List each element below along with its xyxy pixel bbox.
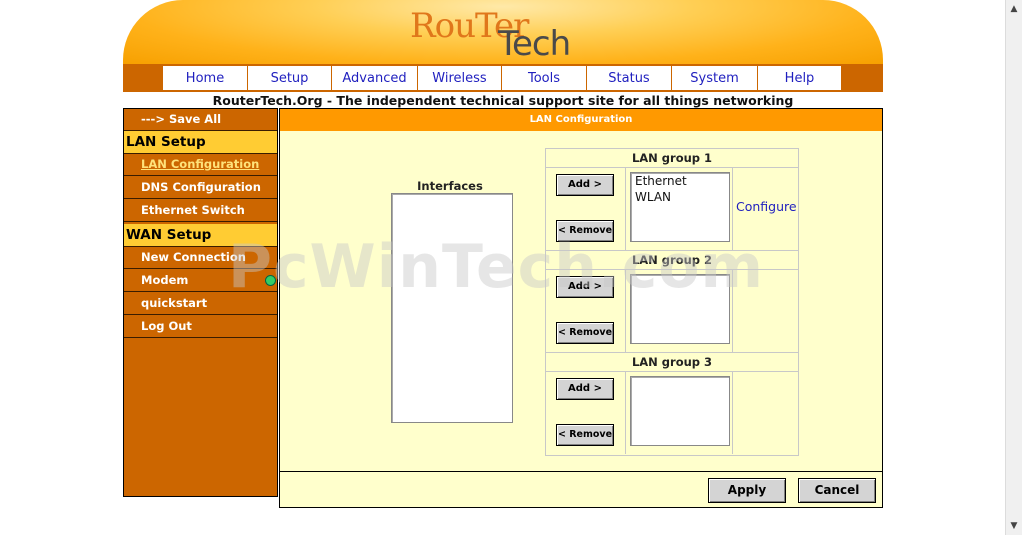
- add-button-group-1[interactable]: Add >: [556, 174, 614, 196]
- lan-configuration-panel: LAN Configuration Interfaces LAN group 1…: [279, 108, 883, 508]
- list-item[interactable]: WLAN: [631, 189, 729, 205]
- lan-group-1-list[interactable]: Ethernet WLAN: [630, 172, 730, 242]
- sidebar-item-log-out[interactable]: Log Out: [124, 316, 277, 338]
- nav-help[interactable]: Help: [758, 66, 842, 90]
- nav-wireless[interactable]: Wireless: [418, 66, 502, 90]
- interfaces-list[interactable]: [391, 193, 513, 423]
- nav-advanced[interactable]: Advanced: [332, 66, 418, 90]
- lan-group-2-title: LAN group 2: [546, 251, 798, 270]
- sidebar-item-lan-configuration[interactable]: LAN Configuration: [124, 154, 277, 176]
- footer-divider: [280, 471, 882, 472]
- lan-group-2-list[interactable]: [630, 274, 730, 344]
- sidebar-item-modem[interactable]: Modem: [124, 270, 277, 292]
- scroll-up-icon[interactable]: ▲: [1008, 2, 1020, 16]
- sidebar-item-ethernet-switch[interactable]: Ethernet Switch: [124, 200, 277, 222]
- scroll-down-icon[interactable]: ▼: [1008, 519, 1020, 533]
- nav-status[interactable]: Status: [587, 66, 672, 90]
- remove-button-group-1[interactable]: < Remove: [556, 220, 614, 242]
- tagline: RouterTech.Org - The independent technic…: [212, 93, 794, 108]
- routertech-logo: RouTer Tech: [410, 6, 571, 64]
- lan-group-2: LAN group 2 Add > < Remove: [545, 250, 799, 353]
- sidebar: ---> Save All LAN Setup LAN Configuratio…: [123, 108, 278, 497]
- lan-group-1: LAN group 1 Add > < Remove Ethernet WLAN…: [545, 148, 799, 251]
- lan-group-3-title: LAN group 3: [546, 353, 798, 372]
- configure-link[interactable]: Configure: [736, 199, 797, 214]
- nav-setup[interactable]: Setup: [248, 66, 332, 90]
- sidebar-save-all[interactable]: ---> Save All: [124, 109, 277, 131]
- page: RouTer Tech Home Setup Advanced Wireless…: [0, 0, 1005, 535]
- add-button-group-2[interactable]: Add >: [556, 276, 614, 298]
- panel-title: LAN Configuration: [280, 109, 882, 131]
- remove-button-group-2[interactable]: < Remove: [556, 322, 614, 344]
- sidebar-item-quickstart[interactable]: quickstart: [124, 293, 277, 315]
- nav-system[interactable]: System: [672, 66, 758, 90]
- nav-home[interactable]: Home: [163, 66, 248, 90]
- sidebar-header-wan: WAN Setup: [124, 224, 277, 247]
- nav-tools[interactable]: Tools: [502, 66, 587, 90]
- top-nav: Home Setup Advanced Wireless Tools Statu…: [123, 64, 883, 92]
- sidebar-item-new-connection[interactable]: New Connection: [124, 247, 277, 269]
- lan-group-3-list[interactable]: [630, 376, 730, 446]
- apply-button[interactable]: Apply: [708, 478, 786, 503]
- lan-group-3: LAN group 3 Add > < Remove: [545, 352, 799, 456]
- interfaces-label: Interfaces: [417, 179, 483, 193]
- status-dot-icon: [265, 275, 276, 286]
- remove-button-group-3[interactable]: < Remove: [556, 424, 614, 446]
- add-button-group-3[interactable]: Add >: [556, 378, 614, 400]
- lan-group-1-title: LAN group 1: [546, 149, 798, 168]
- sidebar-item-dns-configuration[interactable]: DNS Configuration: [124, 177, 277, 199]
- vertical-scrollbar[interactable]: ▲ ▼: [1005, 0, 1022, 535]
- sidebar-header-lan: LAN Setup: [124, 131, 277, 154]
- list-item[interactable]: Ethernet: [631, 173, 729, 189]
- cancel-button[interactable]: Cancel: [798, 478, 876, 503]
